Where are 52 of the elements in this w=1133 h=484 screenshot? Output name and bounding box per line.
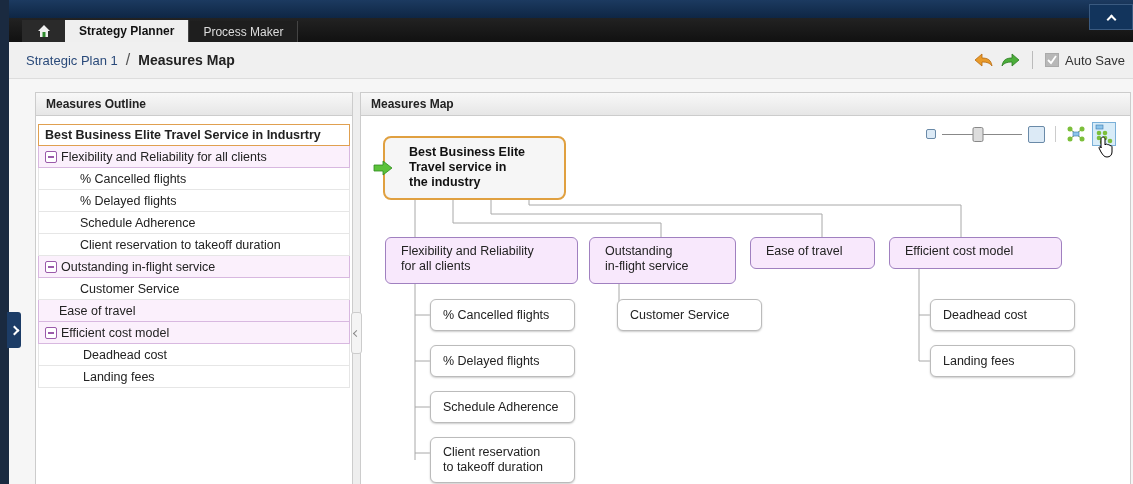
connector-line (414, 199, 416, 238)
outline-item[interactable]: Flexibility and Reliability for all clients (38, 146, 350, 168)
outline-item[interactable]: Schedule Adherence (38, 212, 350, 234)
outline-item-label: Outstanding in-flight service (61, 259, 216, 274)
slider-thumb[interactable] (972, 127, 984, 142)
zoom-in-icon[interactable] (1028, 125, 1045, 143)
outline-item[interactable]: % Delayed flights (38, 190, 350, 212)
panel-title: Measures Outline (46, 97, 147, 111)
measure-node[interactable]: Schedule Adherence (430, 391, 575, 423)
outline-item[interactable]: Landing fees (38, 366, 350, 388)
network-layout-icon[interactable] (1066, 125, 1086, 143)
auto-save-label: Auto Save (1065, 52, 1125, 68)
page-title: Measures Map (138, 52, 235, 68)
outline-item[interactable]: Ease of travel (38, 300, 350, 322)
auto-save-checkbox[interactable] (1045, 53, 1059, 67)
expand-panel-button[interactable] (7, 312, 21, 348)
undo-icon[interactable] (974, 52, 994, 68)
measure-node[interactable]: % Delayed flights (430, 345, 575, 377)
outline-item-label: Flexibility and Reliability for all clients (61, 149, 267, 164)
collapse-icon[interactable] (45, 150, 57, 163)
tree-layout-icon[interactable] (1092, 122, 1116, 146)
breadcrumb-separator: / (125, 51, 131, 69)
outline-item[interactable]: Best Business Elite Travel Service in Indusrtry (38, 124, 350, 146)
hand-cursor-icon (1098, 136, 1116, 158)
outline-item[interactable]: Efficient cost model (38, 322, 350, 344)
home-icon (36, 24, 51, 38)
redo-icon[interactable] (1000, 52, 1020, 68)
collapse-icon[interactable] (45, 260, 57, 273)
measure-node[interactable]: Client reservation to takeoff duration (430, 437, 575, 483)
zoom-out-icon[interactable] (926, 129, 936, 139)
outline-item[interactable]: Outstanding in-flight service (38, 256, 350, 278)
outline-item[interactable]: Deadhead cost (38, 344, 350, 366)
root-node[interactable]: Best Business Elite Travel service in the industry (383, 136, 566, 200)
breadcrumb-link[interactable]: Strategic Plan 1 (26, 53, 118, 68)
outline-item-label: Efficient cost model (61, 325, 170, 340)
arrow-right-icon (373, 160, 393, 176)
home-tab[interactable] (22, 20, 65, 42)
measure-node[interactable]: Customer Service (617, 299, 762, 331)
outline-item-label: Ease of travel (59, 303, 136, 318)
measure-node[interactable]: Deadhead cost (930, 299, 1075, 331)
tab[interactable]: Strategy Planner (65, 20, 190, 42)
collapse-icon[interactable] (45, 326, 57, 339)
panel-title: Measures Map (371, 97, 454, 111)
objective-node[interactable]: Ease of travel (750, 237, 875, 269)
outline-item[interactable]: % Cancelled flights (38, 168, 350, 190)
objective-node[interactable]: Efficient cost model (889, 237, 1062, 269)
tab[interactable]: Process Maker (189, 21, 299, 42)
measure-node[interactable]: % Cancelled flights (430, 299, 575, 331)
collapse-button[interactable] (1089, 4, 1133, 30)
objective-node[interactable]: Outstanding in-flight service (589, 237, 736, 284)
objective-node[interactable]: Flexibility and Reliability for all clients (385, 237, 578, 284)
measure-node[interactable]: Landing fees (930, 345, 1075, 377)
